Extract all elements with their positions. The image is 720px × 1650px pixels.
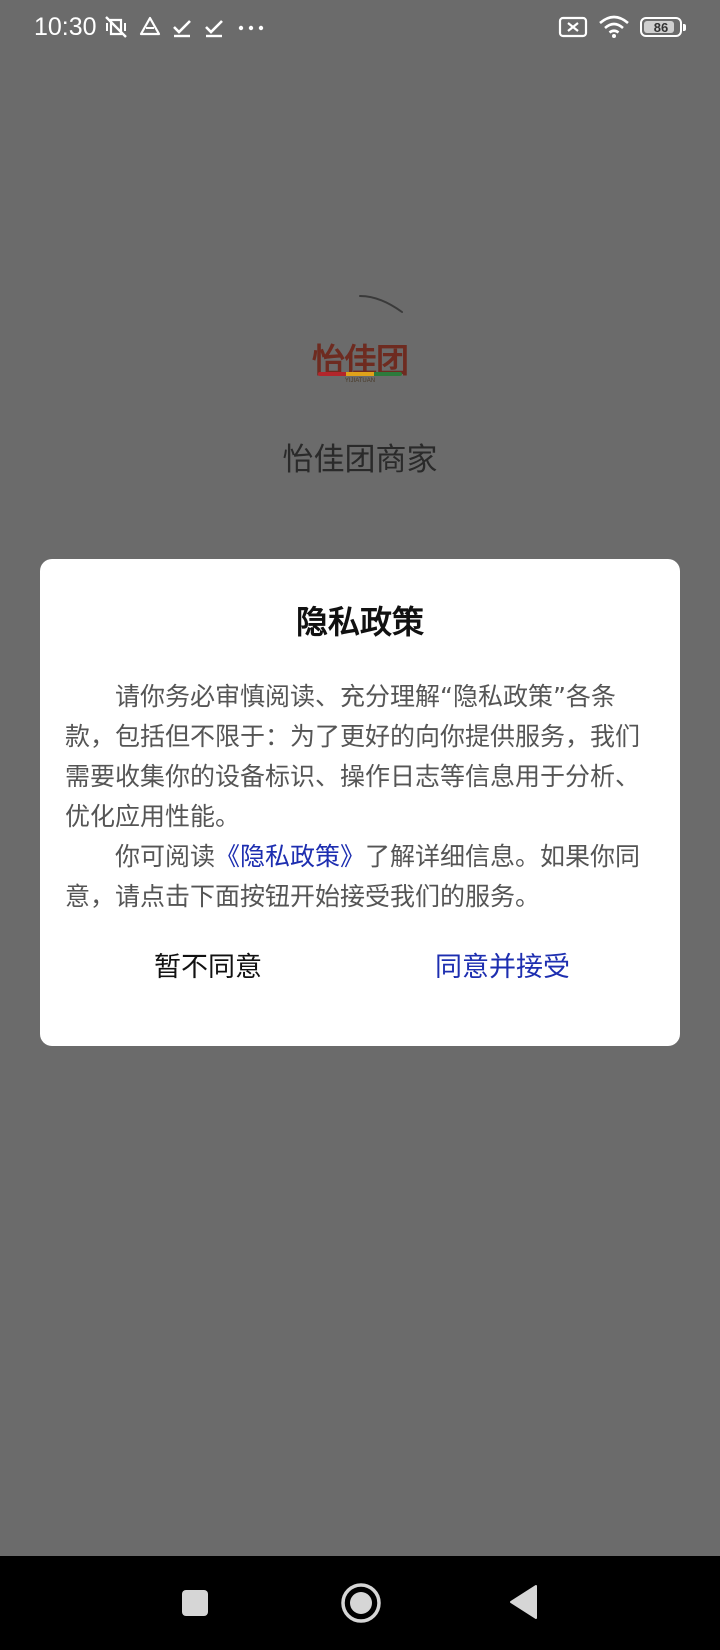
dialog-title: 隐私政策 — [295, 603, 424, 641]
sim-off-icon — [558, 16, 588, 38]
home-icon[interactable] — [340, 1582, 382, 1624]
more-dots-icon — [238, 25, 264, 31]
status-bar: 10:30 86 — [0, 0, 720, 56]
logo-subtext: YIJIATUAN — [344, 378, 376, 384]
battery-icon: 86 — [640, 17, 686, 37]
dialog-body: 请你务必审慎阅读、充分理解“隐私政策”各条款，包括但不限于：为了更好的向你提供服… — [65, 677, 661, 917]
privacy-dialog: 隐私政策 请你务必审慎阅读、充分理解“隐私政策”各条款，包括但不限于：为了更好的… — [40, 559, 680, 1046]
logo-color-bar — [318, 372, 402, 376]
app-name: 怡佳团商家 — [282, 442, 438, 478]
dialog-paragraph-2: 你可阅读《隐私政策》了解详细信息。如果你同意，请点击下面按钮开始接受我们的服务。 — [65, 837, 661, 917]
decline-button[interactable]: 暂不同意 — [154, 942, 262, 992]
download-done-icon — [205, 20, 223, 38]
back-icon[interactable] — [508, 1584, 540, 1620]
dialog-paragraph-1: 请你务必审慎阅读、充分理解“隐私政策”各条款，包括但不限于：为了更好的向你提供服… — [65, 682, 641, 831]
privacy-policy-link[interactable]: 《隐私政策》 — [215, 842, 365, 871]
navigation-bar — [0, 1556, 720, 1650]
download-done-icon — [173, 20, 191, 38]
paragraph-2-prefix: 你可阅读 — [115, 842, 216, 871]
accept-button[interactable]: 同意并接受 — [435, 942, 570, 992]
battery-level: 86 — [653, 19, 669, 35]
wifi-icon — [599, 15, 629, 38]
mute-vibrate-icon — [105, 16, 127, 38]
drive-icon — [139, 16, 161, 36]
app-logo: 怡佳团 YIJIATUAN — [312, 334, 409, 386]
recent-apps-icon[interactable] — [180, 1588, 210, 1618]
status-time: 10:30 — [34, 13, 97, 41]
